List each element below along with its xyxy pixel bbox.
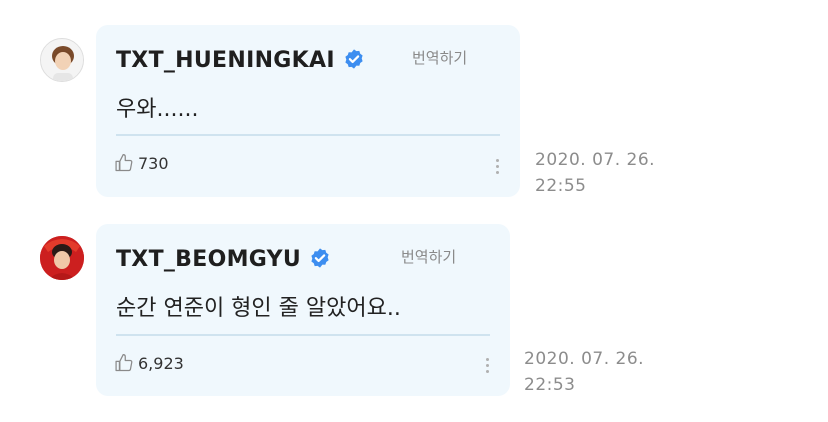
- divider: [116, 134, 500, 136]
- thumbs-up-icon: [115, 354, 133, 372]
- author-name[interactable]: TXT_HUENINGKAI: [116, 48, 365, 73]
- timestamp: 2020. 07. 26. 22:53: [524, 349, 645, 395]
- comment-text: 순간 연준이 형인 줄 알았어요..: [116, 296, 401, 321]
- thumbs-up-icon: [115, 154, 133, 172]
- avatar[interactable]: [40, 38, 84, 82]
- divider: [116, 334, 490, 336]
- translate-button[interactable]: 번역하기: [401, 246, 456, 267]
- comment-text: 우와......: [116, 97, 199, 122]
- like-button[interactable]: 6,923: [114, 353, 184, 373]
- author-name[interactable]: TXT_BEOMGYU: [116, 247, 331, 272]
- more-options-icon[interactable]: [484, 358, 490, 378]
- avatar[interactable]: [40, 236, 84, 280]
- like-button[interactable]: 730: [114, 153, 169, 173]
- like-count: 6,923: [138, 353, 184, 373]
- comment-bubble: TXT_BEOMGYU 번역하기 순간 연준이 형인 줄 알았어요.. 6,92…: [96, 224, 510, 396]
- verified-badge-icon: [343, 48, 365, 70]
- timestamp: 2020. 07. 26. 22:55: [535, 150, 656, 196]
- more-options-icon[interactable]: [494, 159, 500, 179]
- translate-button[interactable]: 번역하기: [412, 47, 467, 68]
- like-count: 730: [138, 153, 169, 173]
- comment-bubble: TXT_HUENINGKAI 번역하기 우와...... 730: [96, 25, 520, 197]
- verified-badge-icon: [309, 247, 331, 269]
